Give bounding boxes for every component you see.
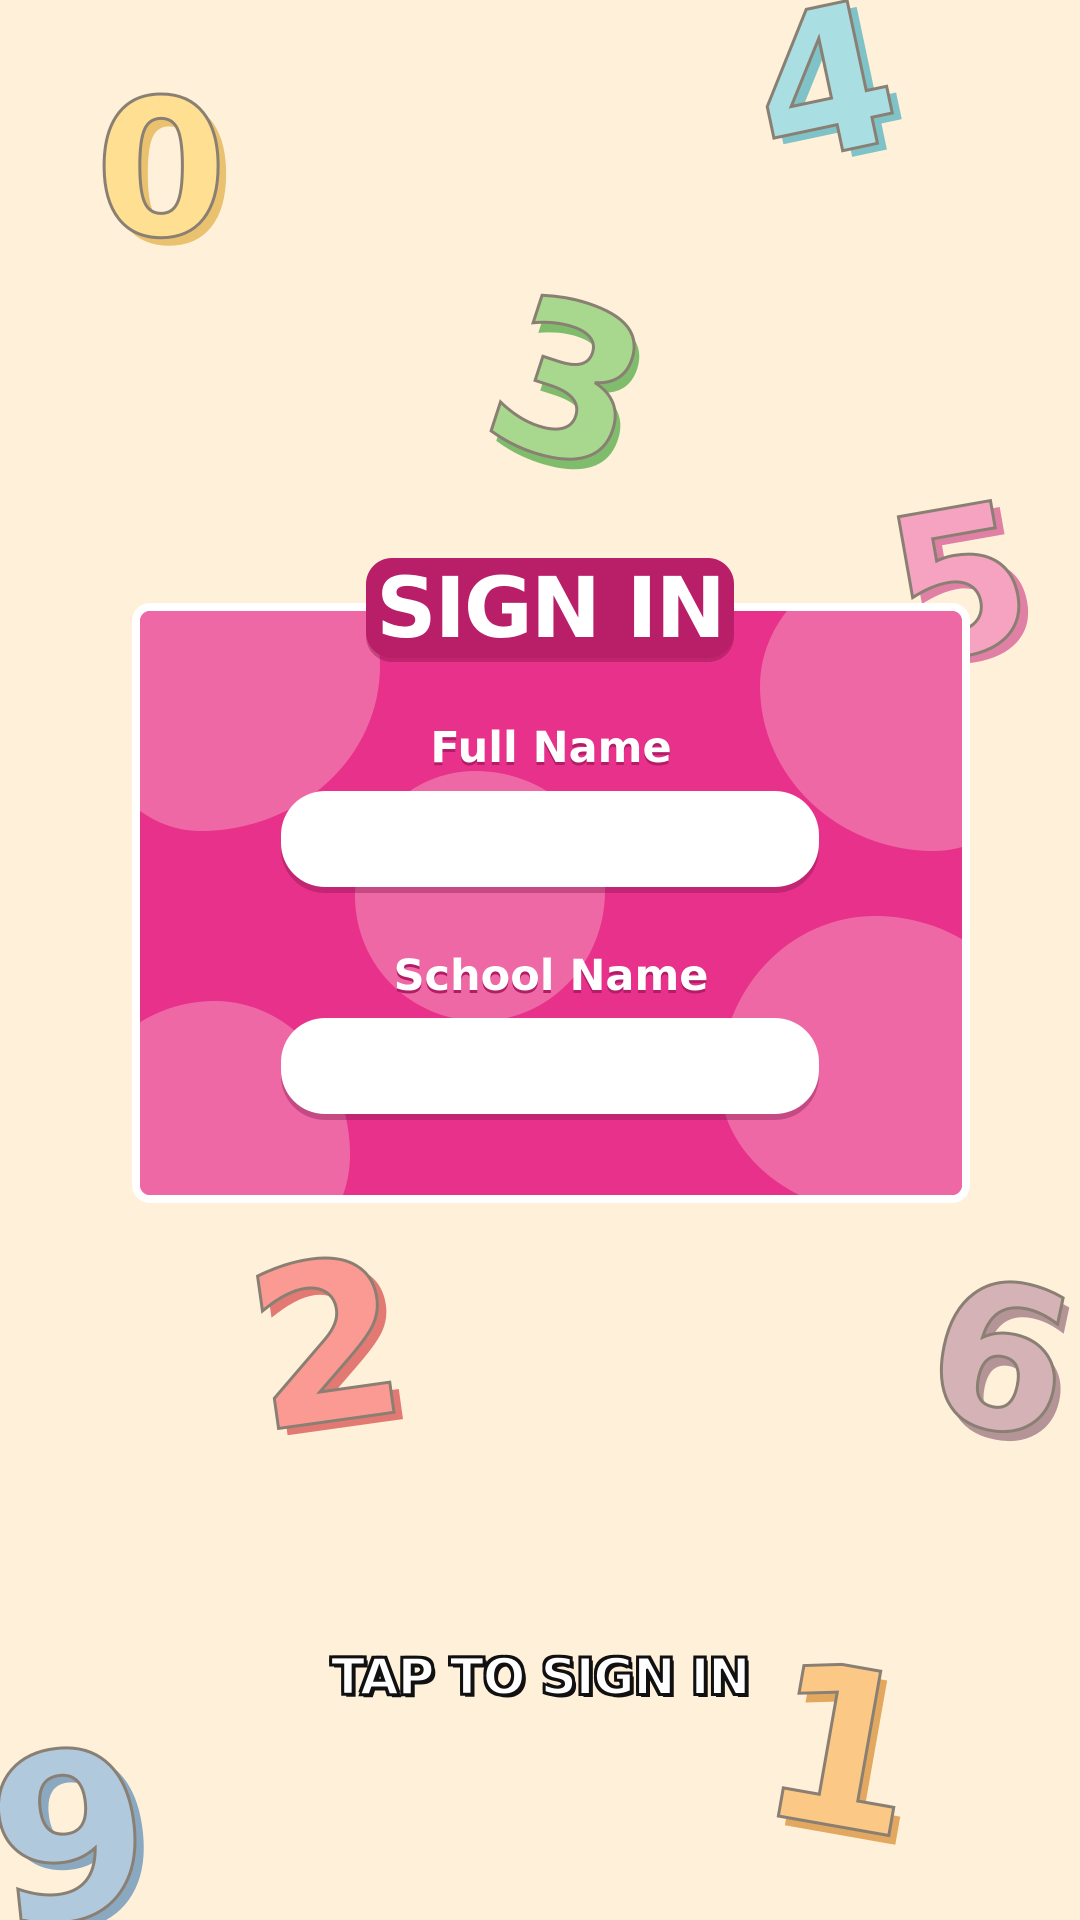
sign-in-title-badge: SIGN IN [366, 558, 734, 658]
digit-9-decoration: 9 [0, 1697, 165, 1920]
digit-3-decoration: 3 [459, 244, 677, 525]
tap-to-sign-in-button[interactable]: TAP TO SIGN IN [0, 1647, 1080, 1707]
page-title: SIGN IN [376, 559, 726, 657]
full-name-label: Full Name [430, 723, 672, 773]
digit-4-decoration: 4 [731, 0, 919, 214]
full-name-input[interactable] [281, 791, 819, 887]
school-name-input[interactable] [281, 1018, 819, 1114]
digit-6-decoration: 6 [906, 1230, 1080, 1490]
digit-0-decoration: 0 [93, 59, 228, 280]
sign-in-screen: 0 4 3 5 2 6 9 1 Full Name School Name SI… [0, 0, 1080, 1920]
school-name-label: School Name [393, 951, 709, 1001]
digit-2-decoration: 2 [231, 1206, 421, 1484]
sign-in-card: Full Name School Name [132, 603, 970, 1203]
